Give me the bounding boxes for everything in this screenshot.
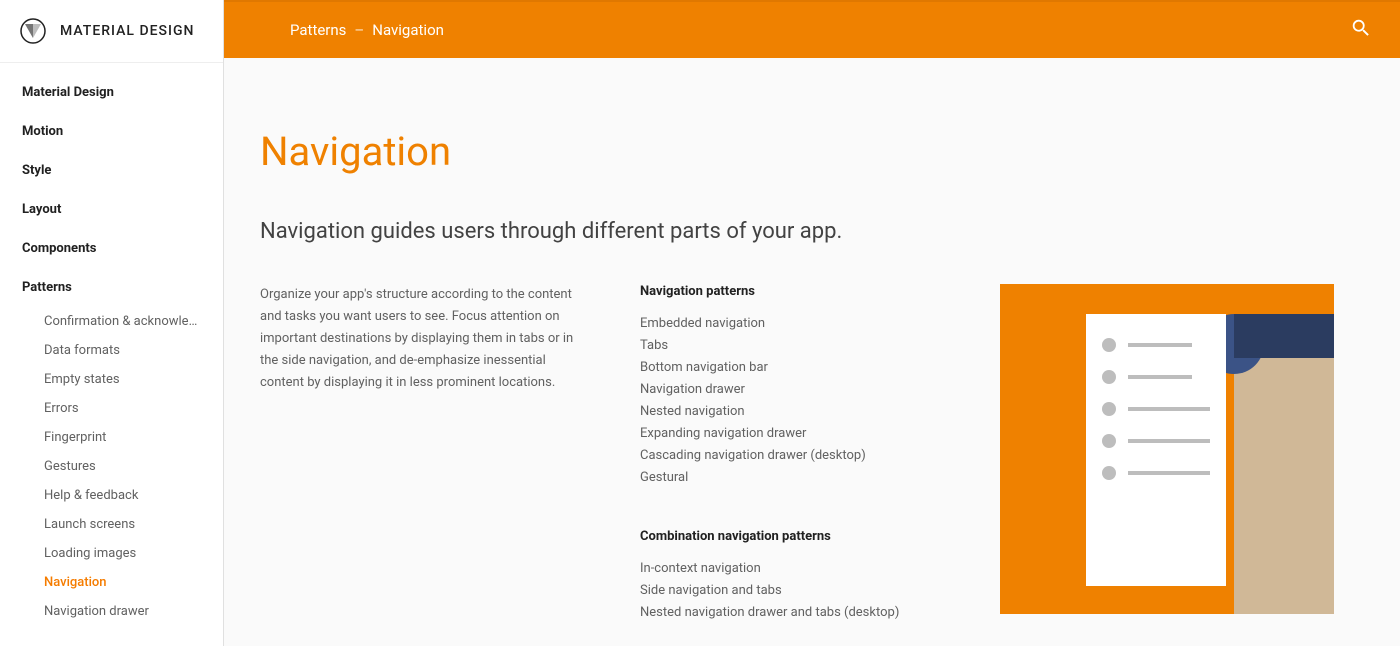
nav-item-motion[interactable]: Motion [0, 112, 223, 151]
section-heading: Navigation patterns [640, 284, 940, 299]
pattern-item: Bottom navigation bar [640, 357, 940, 379]
breadcrumb-parent[interactable]: Patterns [290, 21, 346, 39]
breadcrumb: Patterns – Navigation [290, 21, 444, 39]
pattern-item: Embedded navigation [640, 313, 940, 335]
breadcrumb-separator: – [354, 21, 364, 39]
pattern-item: Expanding navigation drawer [640, 423, 940, 445]
sidebar-nav: Material Design Motion Style Layout Comp… [0, 63, 223, 626]
nav-item-components[interactable]: Components [0, 229, 223, 268]
pattern-list: Embedded navigation Tabs Bottom navigati… [640, 313, 940, 489]
pattern-item: Navigation drawer [640, 379, 940, 401]
illustration [1000, 284, 1334, 614]
page-content: Navigation Navigation guides users throu… [224, 58, 1400, 646]
pattern-item: Gestural [640, 467, 940, 489]
sub-item-errors[interactable]: Errors [0, 394, 223, 423]
column-description: Organize your app's structure according … [260, 284, 580, 624]
sub-item-gestures[interactable]: Gestures [0, 452, 223, 481]
body-paragraph: Organize your app's structure according … [260, 284, 580, 394]
sub-item-help-feedback[interactable]: Help & feedback [0, 481, 223, 510]
sub-item-navigation[interactable]: Navigation [0, 568, 223, 597]
brand-title: MATERIAL DESIGN [60, 23, 194, 39]
sub-item-empty-states[interactable]: Empty states [0, 365, 223, 394]
sub-item-fingerprint[interactable]: Fingerprint [0, 423, 223, 452]
main-content[interactable]: Patterns – Navigation Navigation Navigat… [224, 0, 1400, 646]
column-patterns: Navigation patterns Embedded navigation … [640, 284, 940, 624]
sub-item-loading-images[interactable]: Loading images [0, 539, 223, 568]
pattern-item: Nested navigation drawer and tabs (deskt… [640, 602, 940, 624]
search-icon[interactable] [1350, 17, 1372, 43]
illustration-card [1086, 314, 1226, 586]
pattern-item: In-context navigation [640, 558, 940, 580]
sidebar[interactable]: MATERIAL DESIGN Material Design Motion S… [0, 0, 224, 646]
section-nav-patterns: Navigation patterns Embedded navigation … [640, 284, 940, 489]
column-illustration [1000, 284, 1350, 624]
section-heading: Combination navigation patterns [640, 529, 940, 544]
app-root: MATERIAL DESIGN Material Design Motion S… [0, 0, 1400, 646]
sub-item-data-formats[interactable]: Data formats [0, 336, 223, 365]
section-combo-patterns: Combination navigation patterns In-conte… [640, 529, 940, 624]
material-logo-icon [20, 18, 46, 44]
pattern-item: Cascading navigation drawer (desktop) [640, 445, 940, 467]
pattern-item: Side navigation and tabs [640, 580, 940, 602]
page-intro: Navigation guides users through differen… [260, 219, 1350, 244]
brand-header[interactable]: MATERIAL DESIGN [0, 0, 223, 63]
content-columns: Organize your app's structure according … [260, 284, 1350, 624]
sub-item-launch-screens[interactable]: Launch screens [0, 510, 223, 539]
nav-item-patterns[interactable]: Patterns [0, 268, 223, 307]
sub-item-confirmation[interactable]: Confirmation & acknowledge… [0, 307, 223, 336]
nav-item-style[interactable]: Style [0, 151, 223, 190]
pattern-item: Tabs [640, 335, 940, 357]
nav-item-layout[interactable]: Layout [0, 190, 223, 229]
nav-item-material-design[interactable]: Material Design [0, 73, 223, 112]
illustration-dark-rect [1234, 314, 1334, 358]
breadcrumb-current: Navigation [372, 21, 444, 39]
sub-item-navigation-drawer[interactable]: Navigation drawer [0, 597, 223, 626]
page-title: Navigation [260, 128, 1350, 175]
pattern-item: Nested navigation [640, 401, 940, 423]
pattern-list: In-context navigation Side navigation an… [640, 558, 940, 624]
topbar: Patterns – Navigation [224, 0, 1400, 58]
